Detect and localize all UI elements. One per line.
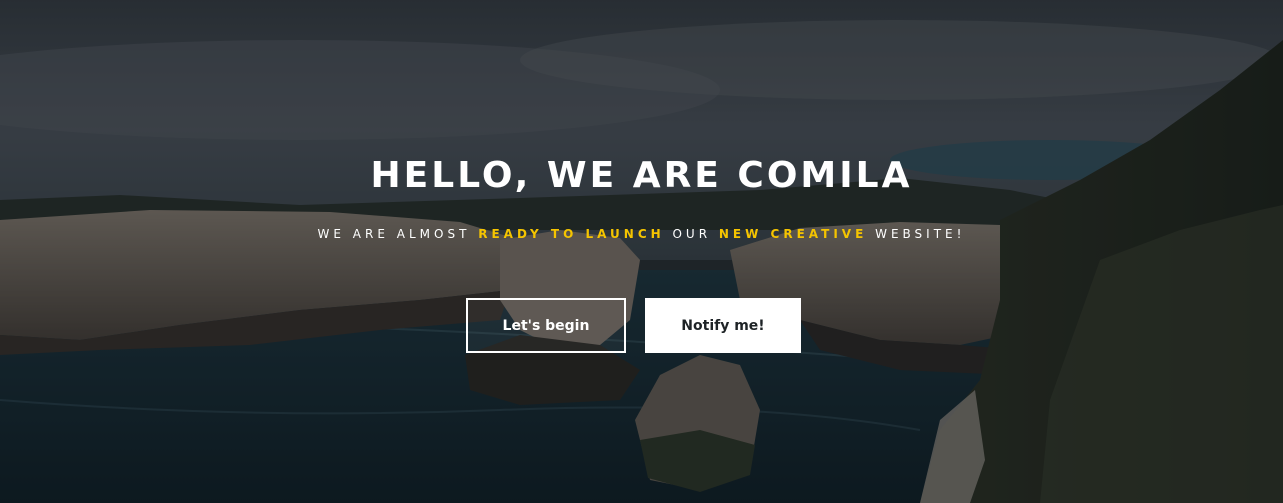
hero-section: HELLO, WE ARE COMILA WE ARE ALMOST READY… [0, 0, 1283, 503]
hero-tagline: WE ARE ALMOST READY TO LAUNCH OUR NEW CR… [0, 226, 1283, 242]
tagline-text-2: OUR [664, 227, 719, 241]
hero-title: HELLO, WE ARE COMILA [370, 155, 913, 196]
lets-begin-button[interactable]: Let's begin [466, 298, 626, 353]
tagline-text-1: WE ARE ALMOST [317, 227, 479, 241]
notify-me-button[interactable]: Notify me! [645, 298, 801, 353]
tagline-highlight-launch: READY TO LAUNCH [478, 227, 665, 241]
tagline-text-3: WEBSITE! [867, 227, 966, 241]
tagline-highlight-creative: NEW CREATIVE [718, 227, 868, 241]
hero-content: HELLO, WE ARE COMILA WE ARE ALMOST READY… [0, 0, 1283, 503]
